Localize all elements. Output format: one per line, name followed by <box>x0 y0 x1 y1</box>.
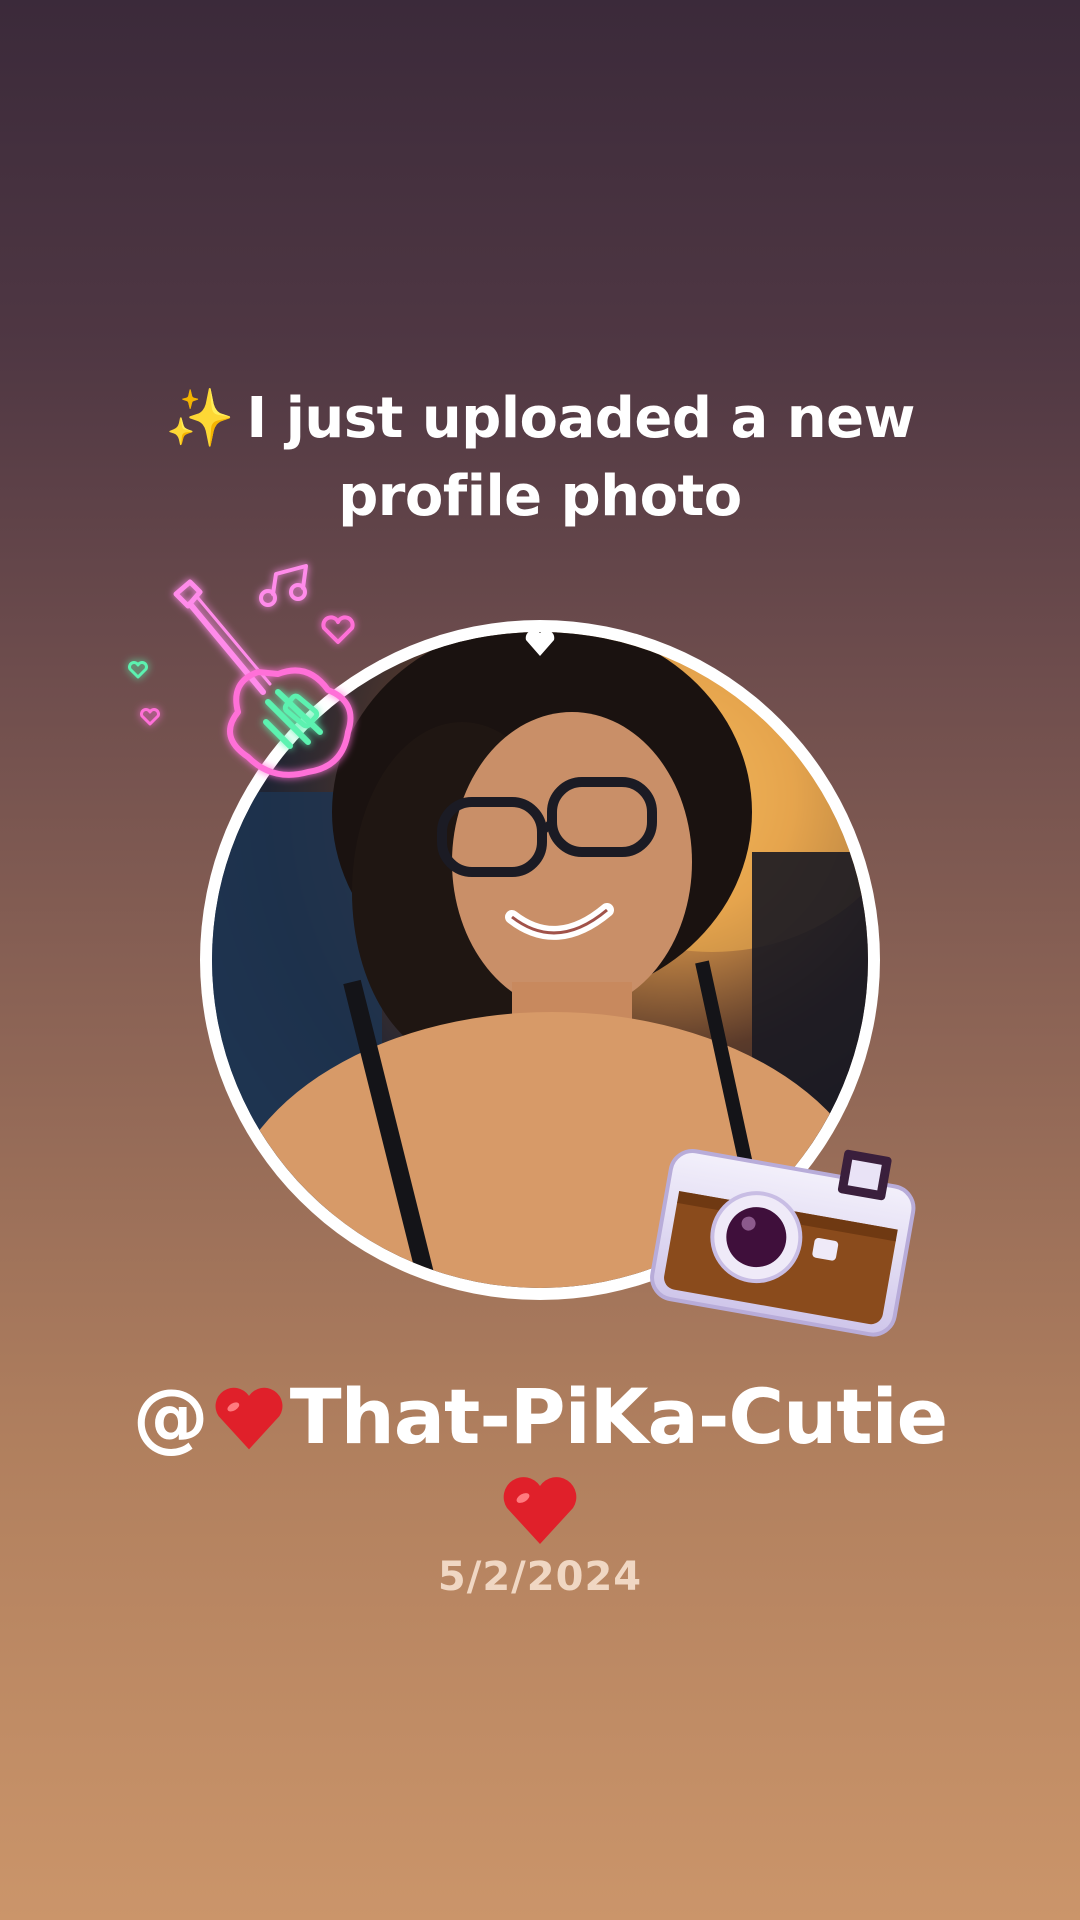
username-prefix: @ <box>132 1372 209 1461</box>
red-heart-icon <box>503 1477 577 1544</box>
username-name: That-PiKa-Cutie <box>289 1372 948 1461</box>
headline-text: I just uploaded a new profile photo <box>246 386 915 529</box>
sparkle-icon: ✨ <box>165 386 235 451</box>
post-date: 5/2/2024 <box>437 1554 643 1600</box>
red-heart-icon <box>215 1387 283 1450</box>
camera-icon <box>650 1149 916 1337</box>
username[interactable]: @ That-PiKa-Cutie <box>100 1372 980 1462</box>
neon-guitar-icon <box>128 564 355 778</box>
headline: ✨ I just uploaded a new profile photo <box>140 380 940 536</box>
heart-notch-icon <box>525 629 555 656</box>
